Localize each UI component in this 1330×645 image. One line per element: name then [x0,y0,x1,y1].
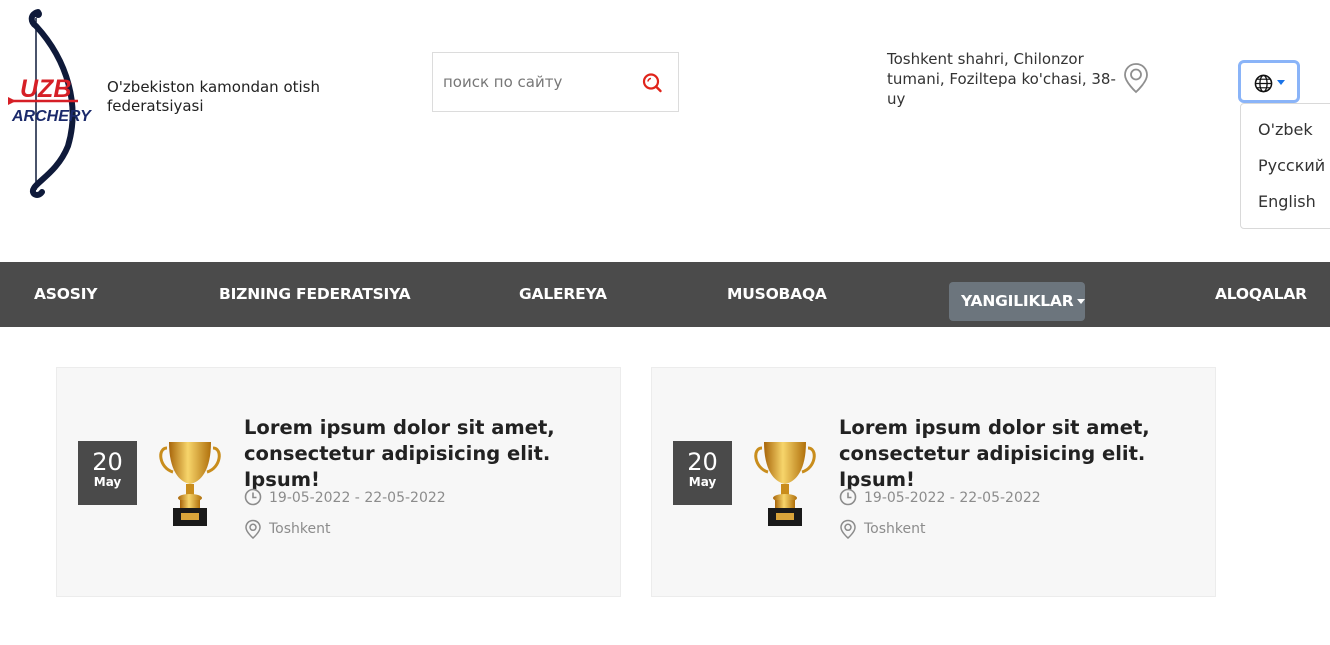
date-day: 20 [92,448,123,476]
trophy-icon [159,442,221,526]
chevron-down-icon [1277,80,1285,85]
chevron-down-icon [1077,299,1086,304]
event-location-text: Toshkent [864,521,926,537]
search-icon [642,73,662,93]
nav-item-musobaqa[interactable]: MUSOBAQA [727,262,827,327]
nav-item-yangiliklar-label: YANGILIKLAR [961,292,1074,310]
clock-icon [244,488,262,506]
language-menu: O'zbek Русский English [1240,103,1330,229]
nav-item-asosiy[interactable]: ASOSIY [34,262,97,327]
language-dropdown-button[interactable] [1238,60,1300,103]
logo-lettering-uzb: UZB [20,75,71,103]
nav-item-galereya[interactable]: GALEREYA [519,262,607,327]
bow-and-arrow-logo-icon: UZB ARCHERY [8,9,92,198]
main-navbar: ASOSIY BIZNING FEDERATSIYA GALEREYA MUSO… [0,262,1330,327]
event-location-text: Toshkent [269,521,331,537]
map-pin-icon [245,519,261,539]
site-logo[interactable]: UZB ARCHERY [8,6,100,198]
date-day: 20 [687,448,718,476]
search-box [432,52,679,112]
date-month: May [688,475,717,489]
date-badge: 20 May [673,441,732,505]
event-dates-text: 19-05-2022 - 22-05-2022 [269,490,446,506]
globe-icon [1254,74,1273,93]
language-option-russian[interactable]: Русский [1241,148,1330,184]
nav-item-bizning-federatsiya[interactable]: BIZNING FEDERATSIYA [219,262,411,327]
map-pin-icon [1123,62,1149,94]
search-button[interactable] [640,71,664,95]
clock-icon [839,488,857,506]
language-option-english[interactable]: English [1241,184,1330,220]
date-badge: 20 May [78,441,137,505]
logo-lettering-archery: ARCHERY [11,108,92,125]
event-card[interactable]: 20 May Lorem ipsum dolor sit amet, conse… [651,367,1216,597]
nav-item-yangiliklar[interactable]: YANGILIKLAR [949,282,1086,321]
event-dates-text: 19-05-2022 - 22-05-2022 [864,490,1041,506]
trophy-icon [754,442,816,526]
map-pin-icon [840,519,856,539]
federation-name: O'zbekiston kamondan otish federatsiyasi [107,78,321,115]
date-month: May [93,475,122,489]
event-title[interactable]: Lorem ipsum dolor sit amet, consectetur … [244,415,604,493]
nav-item-aloqalar[interactable]: ALOQALAR [1215,262,1307,327]
event-title[interactable]: Lorem ipsum dolor sit amet, consectetur … [839,415,1199,493]
search-input[interactable] [433,53,633,111]
event-card[interactable]: 20 May Lorem ipsum dolor sit amet, conse… [56,367,621,597]
address-text: Toshkent shahri, Chilonzor tumani, Fozil… [887,50,1116,108]
language-option-uzbek[interactable]: O'zbek [1241,112,1330,148]
